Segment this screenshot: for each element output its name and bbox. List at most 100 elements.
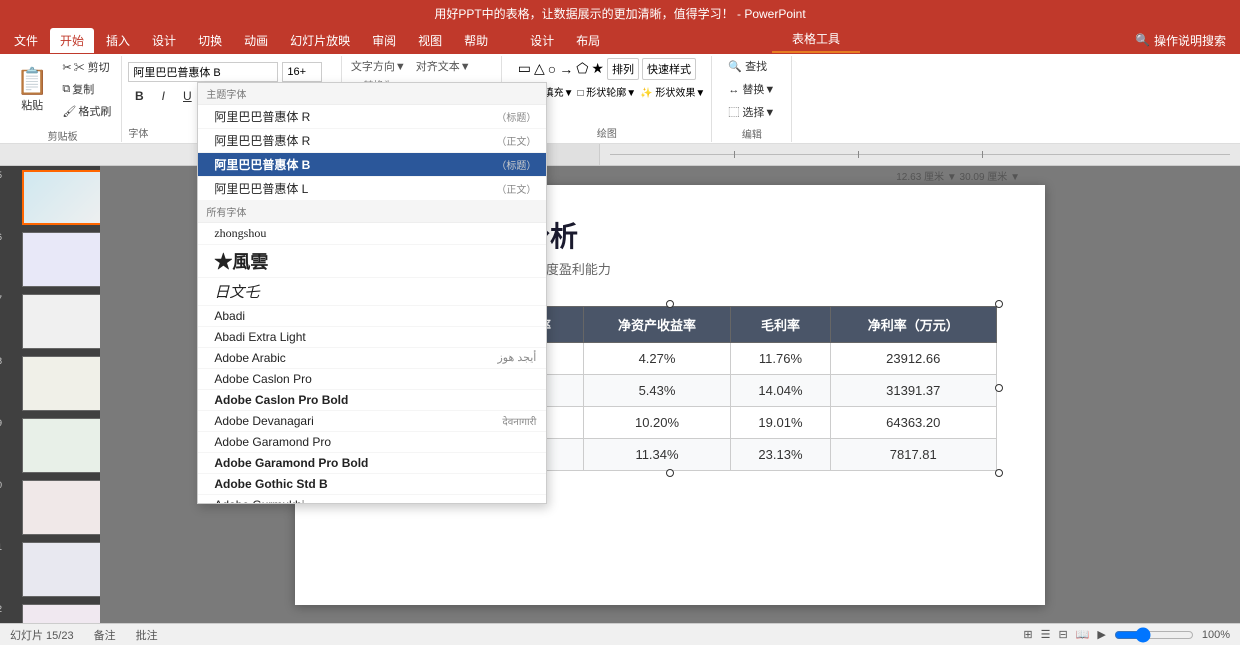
tab-help[interactable]: 帮助 — [454, 28, 498, 53]
search-label: 操作说明搜索 — [1154, 32, 1226, 49]
paste-icon: 📋 — [16, 66, 48, 97]
table-cell: 11.34% — [583, 438, 731, 470]
font-list: 主题字体 阿里巴巴普惠体 R （标题） 阿里巴巴普惠体 R （正文） 阿里巴巴普… — [198, 83, 546, 503]
table-cell: 7817.81 — [830, 438, 996, 470]
tab-home[interactable]: 开始 — [50, 28, 94, 53]
bold-button[interactable]: B — [128, 85, 150, 107]
table-cell: 31391.37 — [830, 374, 996, 406]
slide-thumb-15[interactable] — [22, 170, 100, 225]
tab-view[interactable]: 视图 — [408, 28, 452, 53]
comments-button[interactable]: 批注 — [136, 627, 158, 643]
table-cell: 10.20% — [583, 406, 731, 438]
slide-thumb-17[interactable] — [22, 294, 100, 349]
tab-animations[interactable]: 动画 — [234, 28, 278, 53]
shape-pentagon[interactable]: ⬠ — [576, 60, 588, 77]
shape-star[interactable]: ★ — [591, 60, 604, 77]
tab-slideshow[interactable]: 幻灯片放映 — [280, 28, 360, 53]
text-direction-label: 文字方向▼ — [351, 58, 406, 74]
tab-design2[interactable]: 设计 — [520, 28, 564, 53]
font-item[interactable]: 阿里巴巴普惠体 R （正文） — [198, 129, 546, 153]
format-painter-button[interactable]: 🖌 格式刷 — [58, 101, 115, 121]
table-cell: 5.43% — [583, 374, 731, 406]
table-cell: 4.27% — [583, 342, 731, 374]
slide-thumb-16[interactable] — [22, 232, 100, 287]
tab-transitions[interactable]: 切换 — [188, 28, 232, 53]
tab-layout[interactable]: 布局 — [566, 28, 610, 53]
view-reading[interactable]: 📖 — [1076, 628, 1090, 641]
notes-button[interactable]: 备注 — [94, 627, 116, 643]
shape-triangle[interactable]: △ — [534, 60, 545, 77]
font-item-adobe-garamond-bold[interactable]: Adobe Garamond Pro Bold — [198, 453, 546, 474]
handle-br[interactable] — [995, 469, 1003, 477]
slide-count: 幻灯片 15/23 — [10, 627, 74, 643]
view-slideshow[interactable]: ▶ — [1097, 628, 1105, 641]
tab-review[interactable]: 审阅 — [362, 28, 406, 53]
search-icon-area[interactable]: 🔍 操作说明搜索 — [1125, 32, 1236, 49]
slide-thumb-container: 19 — [4, 418, 96, 473]
tab-insert[interactable]: 插入 — [96, 28, 140, 53]
font-item-selected[interactable]: 阿里巴巴普惠体 B （标题） — [198, 153, 546, 177]
col-header-3: 净资产收益率 — [583, 306, 731, 342]
handle-tm[interactable] — [666, 300, 674, 308]
slide-thumb-22[interactable] — [22, 604, 100, 623]
font-item-adobe-caslon-bold[interactable]: Adobe Caslon Pro Bold — [198, 390, 546, 411]
slide-thumb-18[interactable] — [22, 356, 100, 411]
font-size-input[interactable] — [282, 62, 322, 82]
arrange-button[interactable]: 排列 — [607, 58, 639, 80]
copy-button[interactable]: ⧉ 复制 — [58, 79, 115, 99]
italic-button[interactable]: I — [152, 85, 174, 107]
underline-button[interactable]: U — [176, 85, 198, 107]
all-fonts-label: 所有字体 — [198, 201, 546, 223]
tab-design[interactable]: 设计 — [142, 28, 186, 53]
copy-icon: ⧉ — [62, 83, 70, 96]
status-bar: 幻灯片 15/23 备注 批注 ⊞ ☰ ⊟ 📖 ▶ 100% — [0, 623, 1240, 645]
slide-thumb-19[interactable] — [22, 418, 100, 473]
view-normal[interactable]: ⊞ — [1023, 628, 1032, 641]
replace-button[interactable]: ↔ 替换▼ — [724, 79, 779, 99]
find-button[interactable]: 🔍 查找 — [724, 56, 779, 76]
table-cell: 23.13% — [731, 438, 830, 470]
font-item-adobe-arabic[interactable]: Adobe Arabic أيجد هوز — [198, 348, 546, 369]
handle-tr[interactable] — [995, 300, 1003, 308]
slide-thumb-20[interactable] — [22, 480, 100, 535]
font-item-abadi[interactable]: Abadi — [198, 306, 546, 327]
handle-mr[interactable] — [995, 384, 1003, 392]
font-name-input[interactable] — [128, 62, 278, 82]
font-item[interactable]: 阿里巴巴普惠体 L （正文） — [198, 177, 546, 201]
view-outline[interactable]: ☰ — [1041, 628, 1051, 641]
main-area: 15 16 17 18 19 — [0, 166, 1240, 623]
format-painter-icon: 🖌 — [62, 105, 76, 118]
shape-outline-button[interactable]: □ 形状轮廓▼ — [577, 84, 636, 99]
font-item-adobe-garamond[interactable]: Adobe Garamond Pro — [198, 432, 546, 453]
shape-effect-button[interactable]: ✨ 形状效果▼ — [640, 84, 705, 99]
font-item-rizhi[interactable]: 日文乇 — [198, 278, 546, 306]
zoom-slider[interactable] — [1114, 627, 1194, 643]
view-slide-sorter[interactable]: ⊟ — [1058, 628, 1067, 641]
shape-rect[interactable]: ▭ — [518, 60, 531, 77]
select-button[interactable]: ⬚ 选择▼ — [724, 102, 779, 122]
tab-file[interactable]: 文件 — [4, 28, 48, 53]
font-item-zhongshou[interactable]: zhongshou — [198, 223, 546, 245]
col-header-5: 净利率（万元） — [830, 306, 996, 342]
font-dropdown[interactable]: 主题字体 阿里巴巴普惠体 R （标题） 阿里巴巴普惠体 R （正文） 阿里巴巴普… — [197, 82, 547, 504]
font-item-abadi-extralight[interactable]: Abadi Extra Light — [198, 327, 546, 348]
quick-styles-button[interactable]: 快速样式 — [642, 58, 696, 80]
font-item-adobe-caslon[interactable]: Adobe Caslon Pro — [198, 369, 546, 390]
shape-circle[interactable]: ○ — [548, 61, 556, 77]
font-item[interactable]: 阿里巴巴普惠体 R （标题） — [198, 105, 546, 129]
shape-arrow-right[interactable]: → — [559, 61, 573, 77]
font-item-adobe-devanagari[interactable]: Adobe Devanagari देवनागारी — [198, 411, 546, 432]
table-cell: 64363.20 — [830, 406, 996, 438]
handle-bm[interactable] — [666, 469, 674, 477]
ribbon-tabs: 表格工具 文件 开始 插入 设计 切换 动画 幻灯片放映 审阅 视图 帮助 设计… — [0, 26, 1240, 54]
font-group-label: 字体 — [128, 123, 148, 140]
paste-button[interactable]: 📋 粘贴 — [10, 54, 54, 124]
font-item-adobe-gothic[interactable]: Adobe Gothic Std B — [198, 474, 546, 495]
slide-thumb-21[interactable] — [22, 542, 100, 597]
clipboard-label: 剪贴板 — [48, 126, 78, 143]
theme-fonts-label: 主题字体 — [198, 83, 546, 105]
title-bar: 用好PPT中的表格，让数据展示的更加清晰，值得学习！ - PowerPoint — [0, 0, 1240, 26]
font-item-adobe-gurmukhi[interactable]: Adobe Gurmukhi — [198, 495, 546, 503]
font-item-fengyun[interactable]: ★風雲 — [198, 245, 546, 278]
cut-button[interactable]: ✂ ✂ 剪切 — [58, 57, 115, 77]
